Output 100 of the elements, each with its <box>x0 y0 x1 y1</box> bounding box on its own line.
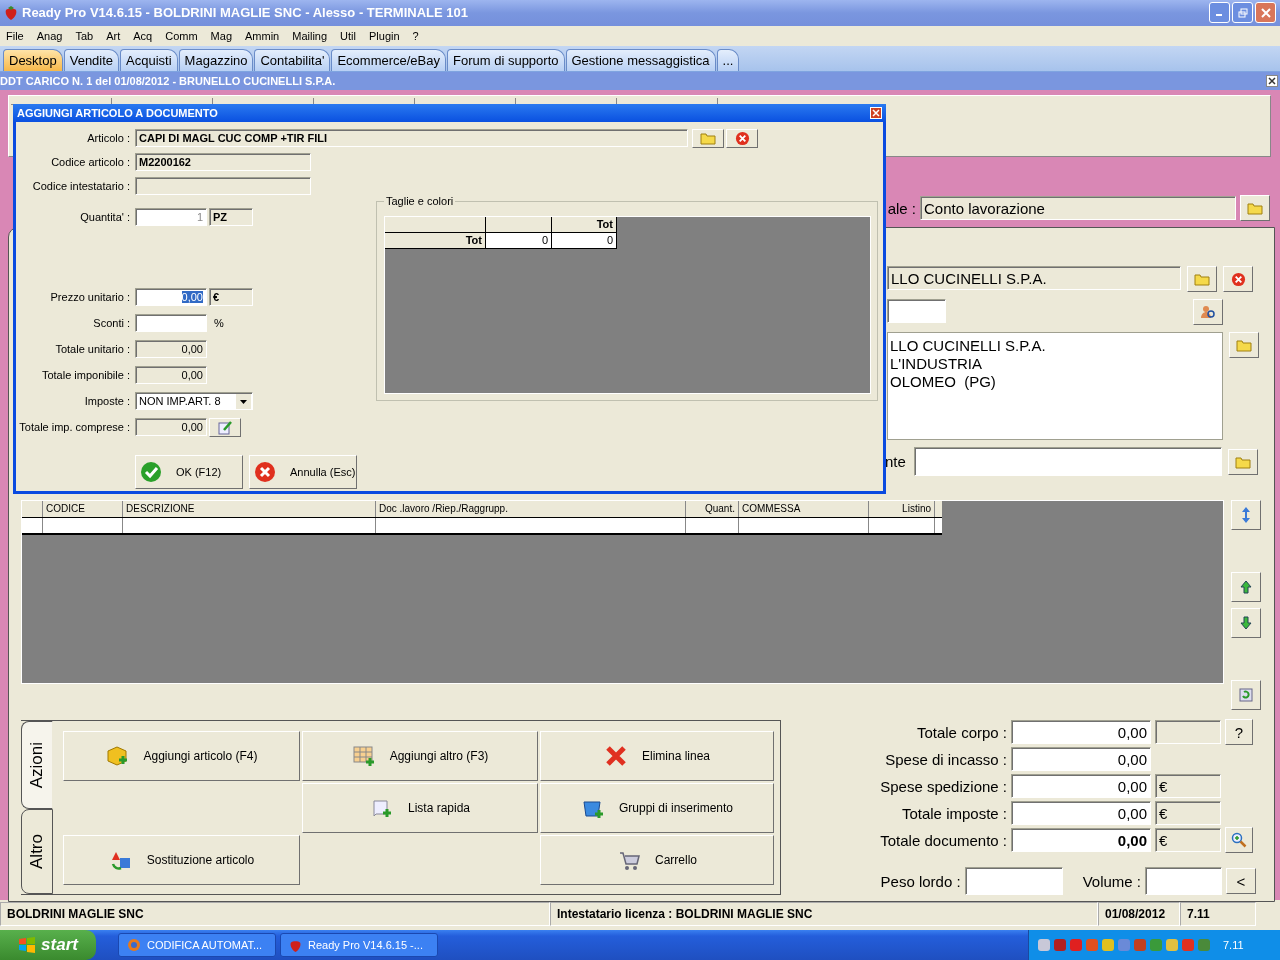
currency-field: € <box>1155 828 1221 852</box>
tab[interactable]: Vendite <box>63 49 120 72</box>
cancel-button[interactable]: Annulla (Esc) <box>249 455 357 489</box>
action-button[interactable]: Carrello <box>540 835 774 885</box>
move-down-button[interactable] <box>1231 608 1262 638</box>
action-button[interactable]: Elimina linea <box>540 731 774 781</box>
tab[interactable]: Acquisti <box>120 49 178 72</box>
taskbar-button[interactable]: Ready Pro V14.6.15 -... <box>280 933 438 957</box>
tab[interactable]: Gestione messaggistica <box>565 49 716 72</box>
check-icon <box>140 461 162 483</box>
side-tab[interactable]: Azioni <box>21 721 53 809</box>
total-field[interactable]: 0,00 <box>1011 720 1151 744</box>
browse-button[interactable] <box>1187 266 1217 292</box>
menu-item[interactable]: Plugin <box>369 29 400 42</box>
code-field[interactable] <box>887 299 946 323</box>
total-field[interactable]: 0,00 <box>1011 828 1151 852</box>
up-down-arrow-icon <box>1241 506 1252 524</box>
holder-code-field[interactable] <box>135 177 311 195</box>
search-person-button[interactable] <box>1193 299 1223 325</box>
row-header: Tot <box>385 233 486 249</box>
folder-icon <box>1236 338 1252 352</box>
tax-dropdown[interactable]: NON IMP.ART. 8 <box>135 392 253 410</box>
cube-plus-icon <box>105 744 130 768</box>
menu-item[interactable]: File <box>6 29 24 42</box>
move-up-button[interactable] <box>1231 572 1262 602</box>
column-header[interactable]: Quant. <box>686 501 739 517</box>
menu-item[interactable]: Acq <box>133 29 153 42</box>
move-button[interactable] <box>1231 500 1262 530</box>
menu-item[interactable]: Anag <box>36 29 63 42</box>
menu-item[interactable]: ? <box>412 29 419 42</box>
browse-button[interactable] <box>1229 332 1259 358</box>
menu-item[interactable]: Mag <box>210 29 232 42</box>
field-label: nte <box>885 453 906 470</box>
price-field[interactable]: 0,00 <box>135 288 207 306</box>
edit-icon <box>217 419 233 435</box>
status-cell: BOLDRINI MAGLIE SNC <box>0 902 550 926</box>
action-button[interactable]: Gruppi di inserimento <box>540 783 774 833</box>
clear-button[interactable] <box>1223 266 1253 292</box>
delete-icon <box>603 744 628 768</box>
total-field[interactable]: 0,00 <box>1011 774 1151 798</box>
menu-item[interactable]: Mailing <box>292 29 328 42</box>
action-button[interactable]: Aggiungi articolo (F4) <box>63 731 300 781</box>
menu-item[interactable]: Ammin <box>245 29 280 42</box>
grid-cell[interactable]: 0 <box>552 233 617 249</box>
total-field[interactable]: 0,00 <box>1011 801 1151 825</box>
column-header[interactable]: Doc .lavoro /Riep./Raggrupp. <box>376 501 686 517</box>
refresh-icon <box>1238 687 1255 703</box>
article-field[interactable]: CAPI DI MAGL CUC COMP +TIR FILI <box>135 129 688 147</box>
discount-field[interactable] <box>135 314 207 332</box>
weight-field[interactable] <box>964 867 1063 895</box>
quantity-field[interactable]: 1 <box>135 208 207 226</box>
folder-icon <box>700 131 716 145</box>
browse-button[interactable] <box>1240 195 1270 221</box>
menu-item[interactable]: Art <box>106 29 121 42</box>
ok-button[interactable]: OK (F12) <box>135 455 243 489</box>
address-box[interactable]: LLO CUCINELLI S.P.A. L'INDUSTRIA OLOMEO (PG) <box>887 332 1223 440</box>
tab[interactable]: Desktop <box>3 49 63 72</box>
taskbar-button[interactable]: CODIFICA AUTOMAT... <box>118 933 276 957</box>
clock: 7.11 <box>1223 939 1244 951</box>
article-code-field[interactable]: M2200162 <box>135 153 311 171</box>
total-field[interactable]: 0,00 <box>1011 747 1151 771</box>
browse-button[interactable] <box>692 128 724 148</box>
action-button[interactable]: Sostituzione articolo <box>63 835 300 885</box>
clear-button[interactable] <box>726 128 758 148</box>
total-label: Spese spedizione : <box>879 777 1007 795</box>
cancel-icon <box>254 461 276 483</box>
tab[interactable]: Ecommerce/eBay <box>331 49 446 72</box>
column-header[interactable]: COMMESSA <box>739 501 869 517</box>
grid-cell[interactable]: 0 <box>486 233 552 249</box>
action-button[interactable]: Aggiungi altro (F3) <box>302 731 538 781</box>
menu-item[interactable]: Tab <box>75 29 94 42</box>
maximize-button[interactable] <box>1232 2 1253 24</box>
column-header[interactable]: Listino <box>869 501 935 517</box>
browse-button[interactable] <box>1227 448 1258 475</box>
collapse-button[interactable]: < <box>1226 868 1256 894</box>
menu-item[interactable]: Comm <box>165 29 198 42</box>
tab[interactable]: Contabilita' <box>254 49 331 72</box>
side-tab[interactable]: Altro <box>21 808 53 894</box>
edit-button[interactable] <box>209 417 241 437</box>
minimize-button[interactable] <box>1209 2 1230 24</box>
column-header[interactable]: DESCRIZIONE <box>123 501 376 517</box>
volume-field[interactable] <box>1145 867 1222 895</box>
tab[interactable]: Forum di supporto <box>447 49 565 72</box>
zoom-button[interactable] <box>1225 827 1253 853</box>
supplier-field[interactable]: LLO CUCINELLI S.P.A. <box>887 266 1181 290</box>
group-title: Taglie e colori <box>384 195 456 207</box>
column-header[interactable]: CODICE <box>43 501 123 517</box>
close-button[interactable] <box>1266 75 1278 88</box>
tab[interactable]: Magazzino <box>178 49 254 72</box>
currency-field: € <box>1155 774 1221 798</box>
status-cell: Intestatario licenza : BOLDRINI MAGLIE SNC <box>550 902 1098 926</box>
total-with-tax-field: 0,00 <box>135 418 207 436</box>
tab[interactable]: ... <box>716 49 740 72</box>
reason-field[interactable]: Conto lavorazione <box>920 196 1236 220</box>
percent-sign: % <box>213 317 224 329</box>
action-button[interactable]: Lista rapida <box>302 783 538 833</box>
refresh-button[interactable] <box>1231 680 1262 710</box>
destination-field[interactable] <box>913 447 1222 476</box>
help-button[interactable]: ? <box>1225 719 1253 745</box>
menu-item[interactable]: Util <box>340 29 356 42</box>
